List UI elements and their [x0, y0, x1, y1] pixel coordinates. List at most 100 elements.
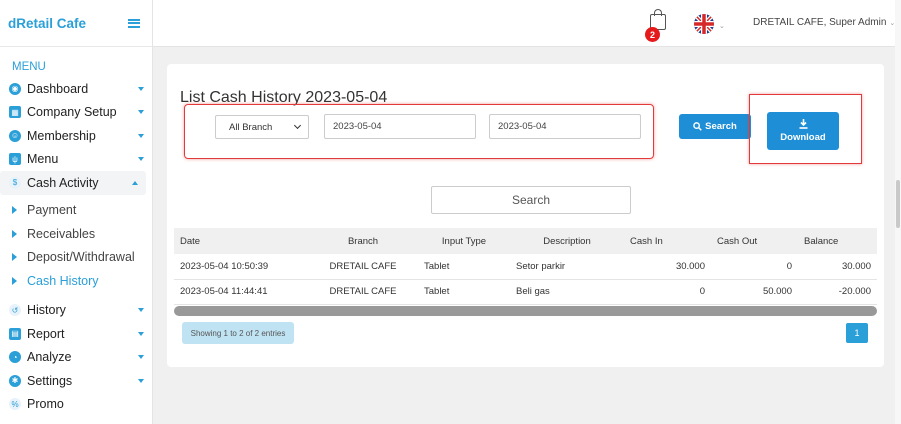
- chevron-down-icon: [138, 355, 144, 360]
- table-cell: -20.000: [798, 279, 877, 305]
- uk-flag-icon[interactable]: [694, 14, 714, 34]
- sidebar-item-label: Cash Activity: [27, 175, 99, 190]
- search-button[interactable]: Search: [679, 114, 751, 139]
- building-icon: ▦: [9, 106, 21, 119]
- column-header[interactable]: Cash Out: [711, 228, 798, 254]
- sidebar-subitem-label: Cash History: [27, 273, 99, 288]
- table-search-input[interactable]: Search: [431, 186, 631, 214]
- date-to-input[interactable]: 2023-05-04: [489, 114, 641, 139]
- vertical-scrollbar[interactable]: [895, 0, 901, 424]
- table-cell: 30.000: [798, 254, 877, 280]
- sidebar-item-membership[interactable]: ☺ Membership: [0, 124, 152, 148]
- table-row: 2023-05-04 11:44:41 DRETAIL CAFE Tablet …: [174, 279, 877, 305]
- sidebar-subitem-payment[interactable]: Payment: [0, 199, 152, 223]
- sidebar-item-menu[interactable]: ψ Menu: [0, 148, 152, 172]
- dashboard-icon: ◉: [9, 82, 21, 95]
- sidebar-item-label: Settings: [27, 373, 73, 388]
- column-header[interactable]: Description: [510, 228, 624, 254]
- sidebar-item-label: Report: [27, 326, 65, 341]
- table-info: Showing 1 to 2 of 2 entries: [182, 322, 294, 344]
- sidebar-item-label: Company Setup: [27, 105, 117, 120]
- sidebar-item-label: History: [27, 303, 66, 318]
- sidebar-item-company-setup[interactable]: ▦ Company Setup: [0, 101, 152, 125]
- utensils-icon: ψ: [9, 153, 21, 166]
- chevron-down-icon: [293, 121, 302, 130]
- sidebar-item-history[interactable]: ↺ History: [0, 299, 152, 323]
- sidebar-subitem-label: Payment: [27, 203, 77, 218]
- cash-activity-submenu: Payment Receivables Deposit/Withdrawal C…: [0, 195, 152, 299]
- hamburger-menu-icon[interactable]: [128, 18, 140, 28]
- date-from-input[interactable]: 2023-05-04: [324, 114, 476, 139]
- gear-icon: ✱: [9, 374, 21, 387]
- users-icon: ☺: [9, 129, 21, 142]
- column-header[interactable]: Date: [174, 228, 308, 254]
- caret-right-icon: [12, 253, 17, 262]
- sidebar-item-analyze[interactable]: ◔ Analyze: [0, 346, 152, 370]
- table-row: 2023-05-04 10:50:39 DRETAIL CAFE Tablet …: [174, 254, 877, 280]
- branch-select-value: All Branch: [229, 121, 273, 133]
- download-button[interactable]: Download: [767, 112, 839, 150]
- chevron-down-icon: [138, 157, 144, 162]
- sidebar-item-label: Menu: [27, 152, 59, 167]
- sidebar-subitem-label: Deposit/Withdrawal: [27, 250, 135, 265]
- sidebar-item-label: Analyze: [27, 350, 72, 365]
- chevron-down-icon: [138, 331, 144, 336]
- sidebar-subitem-label: Receivables: [27, 226, 96, 241]
- file-icon: ▤: [9, 327, 21, 340]
- cash-history-table: Date Branch Input Type Description Cash …: [174, 228, 877, 305]
- table-cell: 2023-05-04 10:50:39: [174, 254, 308, 280]
- sidebar-item-cash-activity[interactable]: $ Cash Activity: [0, 171, 146, 195]
- chart-pie-icon: ◔: [9, 351, 21, 364]
- caret-right-icon: [12, 276, 17, 285]
- horizontal-scrollbar[interactable]: [174, 306, 877, 316]
- chevron-down-icon: [138, 308, 144, 313]
- download-icon: [799, 119, 807, 129]
- percent-icon: %: [9, 398, 21, 411]
- history-icon: ↺: [9, 304, 21, 317]
- pagination-page-1[interactable]: 1: [846, 323, 868, 343]
- sidebar-subitem-receivables[interactable]: Receivables: [0, 222, 152, 246]
- cart-count-badge: 2: [645, 27, 660, 42]
- table-header-row: Date Branch Input Type Description Cash …: [174, 228, 877, 254]
- topbar: 2 ⌄ DRETAIL CAFE, Super Admin ⌄: [153, 0, 901, 47]
- chevron-down-icon: [138, 133, 144, 138]
- column-header[interactable]: Branch: [308, 228, 418, 254]
- chevron-down-icon: [138, 378, 144, 383]
- table-cell: 2023-05-04 11:44:41: [174, 279, 308, 305]
- sidebar-item-label: Membership: [27, 128, 96, 143]
- sidebar-item-settings[interactable]: ✱ Settings: [0, 369, 152, 393]
- table-cell: Setor parkir: [510, 254, 624, 280]
- caret-right-icon: [12, 229, 17, 238]
- chevron-down-icon: [138, 86, 144, 91]
- menu-section-title: MENU: [12, 61, 46, 73]
- table-cell: 0: [624, 279, 711, 305]
- brand-logo[interactable]: dRetail Cafe: [8, 16, 86, 31]
- table-cell: Tablet: [418, 254, 510, 280]
- sidebar-subitem-cash-history[interactable]: Cash History: [0, 269, 152, 293]
- sidebar: dRetail Cafe MENU ◉ Dashboard ▦ Company …: [0, 0, 153, 424]
- caret-right-icon: [12, 206, 17, 215]
- cash-history-card: List Cash History 2023-05-04 All Branch …: [167, 64, 884, 367]
- brand-bar: dRetail Cafe: [0, 0, 152, 47]
- sidebar-subitem-deposit-withdrawal[interactable]: Deposit/Withdrawal: [0, 246, 152, 270]
- sidebar-item-promo[interactable]: % Promo: [0, 393, 152, 417]
- column-header[interactable]: Input Type: [418, 228, 510, 254]
- sidebar-item-report[interactable]: ▤ Report: [0, 322, 152, 346]
- column-header[interactable]: Balance: [798, 228, 877, 254]
- table-cell: 0: [711, 254, 798, 280]
- dollar-icon: $: [9, 176, 21, 189]
- table-cell: 50.000: [711, 279, 798, 305]
- search-button-label: Search: [705, 121, 737, 132]
- table-cell: DRETAIL CAFE: [308, 279, 418, 305]
- sidebar-item-label: Dashboard: [27, 81, 89, 96]
- chevron-down-icon: [138, 110, 144, 115]
- table-cell: DRETAIL CAFE: [308, 254, 418, 280]
- chevron-up-icon: [132, 180, 138, 185]
- sidebar-item-label: Promo: [27, 397, 64, 412]
- user-menu[interactable]: DRETAIL CAFE, Super Admin ⌄: [753, 17, 895, 28]
- sidebar-item-dashboard[interactable]: ◉ Dashboard: [0, 77, 152, 101]
- column-header[interactable]: Cash In: [624, 228, 711, 254]
- chevron-down-icon[interactable]: ⌄: [719, 22, 725, 30]
- table-cell: Beli gas: [510, 279, 624, 305]
- branch-select[interactable]: All Branch: [215, 115, 309, 139]
